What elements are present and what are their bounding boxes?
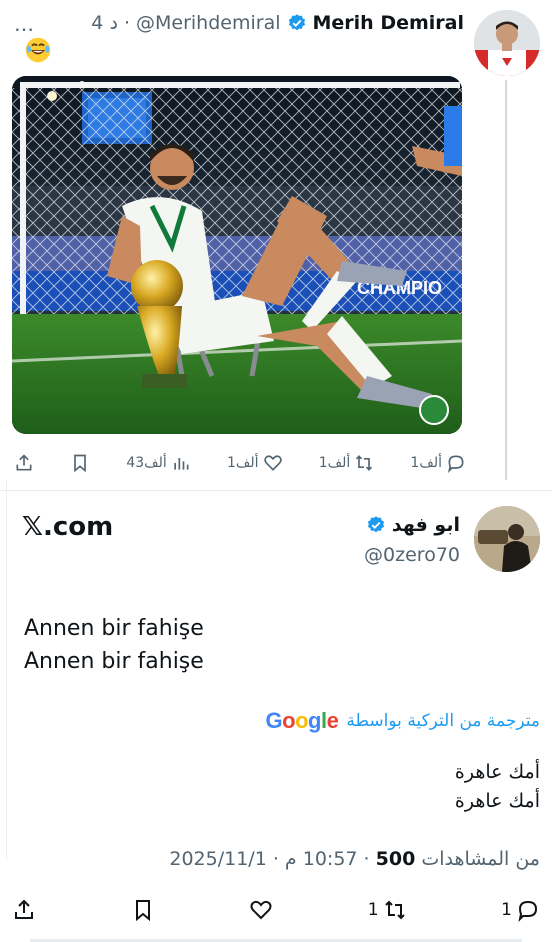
quoted-tweet-header: … 4 د · @Merihdemiral Merih Demiral bbox=[14, 6, 464, 40]
share-button[interactable] bbox=[14, 453, 34, 473]
retweet-button[interactable]: 1 bbox=[368, 898, 407, 922]
retweet-button[interactable]: 1ألف bbox=[319, 453, 375, 473]
views-label: من المشاهدات bbox=[421, 848, 540, 870]
reply-bubble-icon bbox=[447, 455, 464, 473]
translated-text: أمك عاهرة أمك عاهرة bbox=[455, 758, 540, 816]
tweet-text-line: Annen bir fahişe bbox=[24, 649, 204, 674]
bookmark-icon bbox=[74, 454, 86, 473]
verified-badge-icon bbox=[288, 14, 305, 31]
author-line: 4 د · @Merihdemiral Merih Demiral bbox=[91, 12, 464, 34]
translated-from-label: مترجمة من التركية بواسطة bbox=[346, 711, 540, 731]
translated-text-line: أمك عاهرة bbox=[454, 790, 540, 812]
heart-icon bbox=[250, 900, 272, 920]
meta-separator: · bbox=[357, 848, 370, 870]
reply-count: 1 bbox=[501, 900, 512, 920]
tweet-time[interactable]: 10:57 م bbox=[285, 848, 358, 870]
verified-badge-icon bbox=[367, 516, 384, 533]
reply-author-line: ابو فهد bbox=[366, 514, 460, 536]
tweet-time[interactable]: 4 د · bbox=[91, 12, 130, 34]
views-count: 500 bbox=[375, 848, 416, 870]
meta-separator: · bbox=[266, 848, 279, 870]
translated-text-line: أمك عاهرة bbox=[454, 761, 540, 783]
author-avatar[interactable] bbox=[474, 10, 540, 76]
share-icon bbox=[16, 454, 32, 471]
like-count: 1ألف bbox=[226, 455, 259, 471]
retweet-count: 1ألف bbox=[318, 455, 351, 471]
tweet-meta: من المشاهدات 500 · 10:57 م · 2025/11/1 bbox=[169, 848, 540, 870]
divider bbox=[6, 480, 7, 860]
heart-icon bbox=[263, 455, 282, 471]
share-button[interactable] bbox=[12, 898, 36, 922]
reply-count: 1ألف bbox=[410, 455, 442, 471]
tweet-date[interactable]: 2025/11/1 bbox=[169, 848, 266, 870]
like-button[interactable] bbox=[249, 898, 273, 922]
views-bars-icon bbox=[174, 458, 189, 470]
reply-bubble-icon bbox=[518, 900, 537, 922]
reply-tweet-actions: 1 1 bbox=[12, 894, 540, 926]
reply-author-handle[interactable]: @0zero70 bbox=[364, 544, 460, 566]
source-site-label: 𝕏.com bbox=[22, 512, 114, 542]
views-count: 43ألف bbox=[126, 455, 167, 471]
tweet-text-line: Annen bir fahişe bbox=[24, 616, 204, 641]
quoted-tweet-actions: 43ألف 1ألف 1ألف 1ألف bbox=[14, 448, 466, 478]
translation-attribution[interactable]: Google مترجمة من التركية بواسطة bbox=[266, 708, 540, 734]
reply-button[interactable]: 1 bbox=[501, 898, 540, 922]
tweet-photo[interactable]: CHAMPIO bbox=[12, 76, 462, 434]
retweet-count: 1 bbox=[367, 900, 379, 920]
more-options-icon[interactable]: … bbox=[14, 14, 35, 34]
like-button[interactable]: 1ألف bbox=[227, 453, 283, 473]
reply-author-name[interactable]: ابو فهد bbox=[392, 514, 460, 536]
retweet-icon bbox=[384, 900, 405, 920]
tweet-body: Annen bir fahişe Annen bir fahişe bbox=[24, 612, 204, 678]
reply-button[interactable]: 1ألف bbox=[410, 453, 466, 473]
bookmark-button[interactable] bbox=[70, 453, 90, 473]
bookmark-icon bbox=[135, 900, 150, 922]
google-logo: Google bbox=[265, 708, 339, 733]
retweet-icon bbox=[356, 455, 373, 471]
author-name[interactable]: Merih Demiral bbox=[313, 12, 465, 34]
views-button[interactable]: 43ألف bbox=[126, 453, 190, 473]
divider bbox=[0, 490, 552, 491]
reply-author-avatar[interactable] bbox=[474, 506, 540, 572]
bookmark-button[interactable] bbox=[131, 898, 155, 922]
thread-connector-line bbox=[505, 80, 507, 480]
laughing-face-icon bbox=[25, 37, 51, 63]
author-handle[interactable]: @Merihdemiral bbox=[136, 12, 281, 34]
share-icon bbox=[15, 899, 33, 919]
